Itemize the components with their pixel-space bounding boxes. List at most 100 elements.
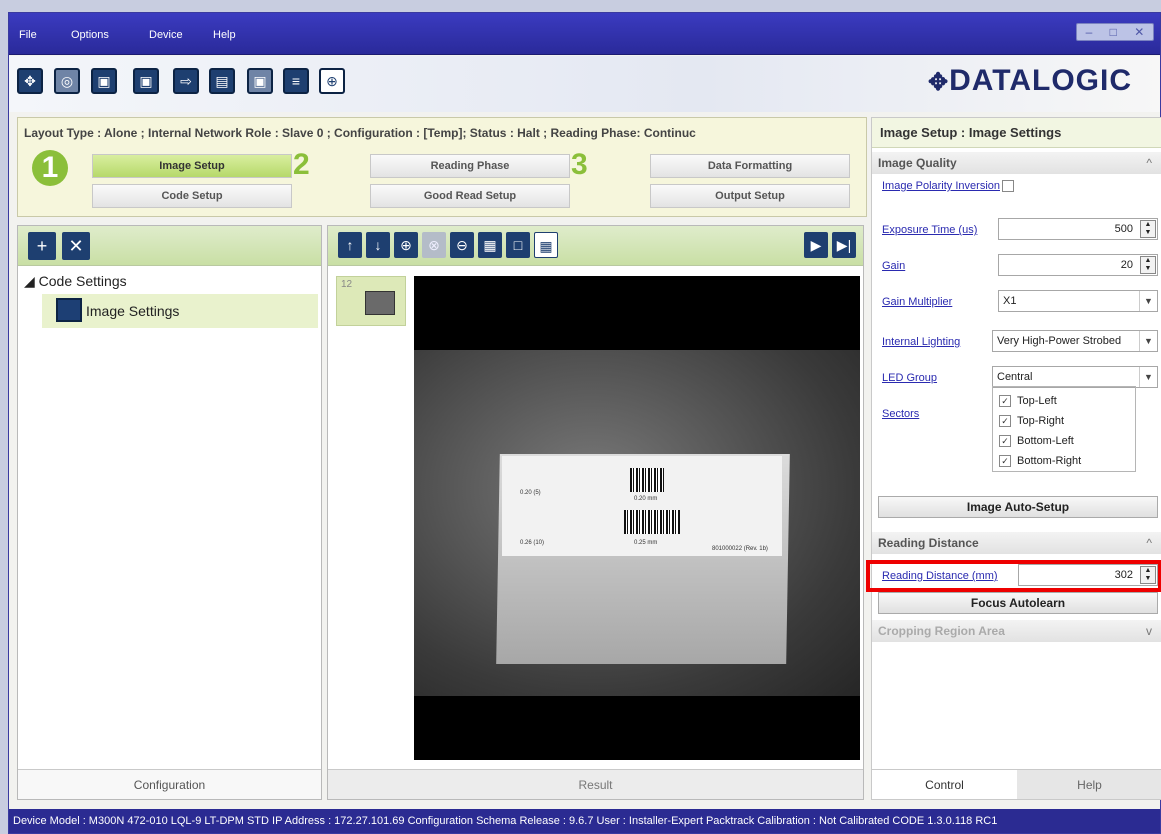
play-icon[interactable]: ▶	[804, 232, 828, 258]
image-icon	[56, 298, 82, 322]
grid-icon[interactable]: ▦	[534, 232, 558, 258]
focus-autolearn-button[interactable]: Focus Autolearn	[878, 592, 1158, 614]
step-play-icon[interactable]: ▶|	[832, 232, 856, 258]
sector-bottom-right[interactable]: ✓ Bottom-Right	[999, 451, 1129, 471]
good-read-setup-button[interactable]: Good Read Setup	[370, 184, 570, 208]
polarity-checkbox[interactable]	[1002, 180, 1014, 193]
image-quality-section[interactable]: Image Quality ^	[872, 152, 1161, 174]
import-icon[interactable]: ▤	[209, 68, 235, 94]
zoom-in-icon[interactable]: ⊕	[394, 232, 418, 258]
output-setup-button[interactable]: Output Setup	[650, 184, 850, 208]
internal-lighting-label: Internal Lighting	[882, 336, 961, 348]
configuration-tab[interactable]: Configuration	[18, 769, 321, 799]
gain-multiplier-value: X1	[1003, 295, 1017, 307]
captured-image[interactable]: 0.20 (5) 0.20 mm 0.26 (10) 0.25 mm 80100…	[414, 276, 860, 760]
datalogic-logo: ✥DATALOGIC	[928, 64, 1132, 97]
gain-multiplier-select[interactable]: X1 ▼	[998, 290, 1158, 312]
barcode-2-size: 0.25 mm	[634, 540, 658, 546]
collapse-icon[interactable]: ^	[1146, 532, 1152, 554]
image-auto-setup-button[interactable]: Image Auto-Setup	[878, 496, 1158, 518]
tree-child-label: Image Settings	[86, 303, 180, 319]
menu-options[interactable]: Options	[71, 29, 109, 41]
properties-pane: Image Setup : Image Settings Image Quali…	[866, 117, 1161, 800]
cropping-region-header: Cropping Region Area	[878, 624, 1005, 638]
settings-icon[interactable]: ✥	[17, 68, 43, 94]
camera-icon[interactable]: ◎	[54, 68, 80, 94]
check-icon[interactable]: ✓	[999, 455, 1011, 468]
logo-text: DATALOGIC	[949, 64, 1132, 97]
menu-device[interactable]: Device	[149, 29, 183, 41]
zoom-out-icon[interactable]: ⊖	[450, 232, 474, 258]
check-icon[interactable]: ✓	[999, 395, 1011, 408]
barcode-2	[624, 510, 680, 534]
tree-item-code-settings[interactable]: ◢ Code Settings	[24, 273, 127, 290]
gain-stepper[interactable]: ▲ ▼	[1140, 256, 1156, 274]
tree-root-label: Code Settings	[38, 273, 127, 289]
tree-item-image-settings[interactable]: Image Settings	[42, 294, 318, 328]
reading-distance-field[interactable]: 302 ▲ ▼	[1018, 564, 1158, 586]
led-group-select[interactable]: Central ▼	[992, 366, 1158, 388]
check-icon[interactable]: ✓	[999, 415, 1011, 428]
check-icon[interactable]: ✓	[999, 435, 1011, 448]
cropping-region-section[interactable]: Cropping Region Area v	[872, 620, 1161, 642]
sector-top-right[interactable]: ✓ Top-Right	[999, 411, 1129, 431]
image-setup-button[interactable]: Image Setup	[92, 154, 292, 178]
barcode-1-size: 0.20 mm	[634, 496, 658, 502]
properties-tabs: Control Help	[872, 769, 1161, 799]
step-2-indicator: 2	[293, 148, 310, 181]
device-icon[interactable]: ▣	[91, 68, 117, 94]
configuration-toolbar: + ✕	[18, 226, 321, 266]
internal-lighting-select[interactable]: Very High-Power Strobed ▼	[992, 330, 1158, 352]
led-group-value: Central	[997, 371, 1033, 383]
device-load-icon[interactable]: ▣	[247, 68, 273, 94]
reading-distance-section[interactable]: Reading Distance ^	[872, 532, 1161, 554]
close-icon[interactable]: ✕	[1134, 25, 1144, 39]
sector-label: Bottom-Left	[1017, 435, 1074, 447]
delete-icon[interactable]: ✕	[62, 232, 90, 260]
exposure-stepper[interactable]: ▲ ▼	[1140, 220, 1156, 238]
zoom-fit-icon[interactable]: ⊗	[422, 232, 446, 258]
exposure-field[interactable]: 500 ▲ ▼	[998, 218, 1158, 240]
sector-label: Bottom-Right	[1017, 455, 1082, 467]
barcode-2-label: 0.26 (10)	[520, 540, 545, 546]
step-3-indicator: 3	[571, 148, 588, 181]
frame-icon[interactable]: □	[506, 232, 530, 258]
status-bar: Device Model : M300N 472-010 LQL-9 LT-DP…	[9, 809, 1160, 833]
restore-icon[interactable]: □	[1110, 25, 1117, 39]
box-label: 0.20 (5) 0.20 mm 0.26 (10) 0.25 mm 80100…	[502, 456, 782, 556]
target-icon[interactable]: ⊕	[319, 68, 345, 94]
polarity-label-text: Image Polarity Inversion	[882, 180, 1000, 192]
menu-bar: File Options Device Help – □ ✕	[9, 13, 1160, 55]
code-setup-button[interactable]: Code Setup	[92, 184, 292, 208]
export-icon[interactable]: ⇨	[173, 68, 199, 94]
reading-phase-button[interactable]: Reading Phase	[370, 154, 570, 178]
menu-file[interactable]: File	[19, 29, 37, 41]
menu-help[interactable]: Help	[213, 29, 236, 41]
configuration-pane: + ✕ ◢ Code Settings Image Settings Confi…	[17, 225, 322, 800]
sectors-list: ✓ Top-Left ✓ Top-Right ✓ Bottom-Left ✓ Botto…	[992, 386, 1136, 472]
device-save-icon[interactable]: ▣	[133, 68, 159, 94]
tab-help[interactable]: Help	[1017, 770, 1161, 799]
sector-top-left[interactable]: ✓ Top-Left	[999, 391, 1129, 411]
reading-distance-header: Reading Distance	[878, 536, 979, 550]
tab-control[interactable]: Control	[872, 770, 1017, 799]
collapse-icon[interactable]: ^	[1146, 152, 1152, 174]
gain-field[interactable]: 20 ▲ ▼	[998, 254, 1158, 276]
chevron-down-icon: ▼	[1139, 331, 1157, 351]
properties-title: Image Setup : Image Settings	[872, 118, 1161, 148]
add-icon[interactable]: +	[28, 232, 56, 260]
save-image-icon[interactable]: ▦	[478, 232, 502, 258]
step-1-indicator: 1	[32, 150, 68, 186]
sectors-label: Sectors	[882, 408, 920, 420]
result-tab[interactable]: Result	[328, 769, 863, 799]
minimize-icon[interactable]: –	[1086, 25, 1093, 39]
arrow-up-icon[interactable]: ↑	[338, 232, 362, 258]
network-icon[interactable]: ≡	[283, 68, 309, 94]
arrow-down-icon[interactable]: ↓	[366, 232, 390, 258]
sector-bottom-left[interactable]: ✓ Bottom-Left	[999, 431, 1129, 451]
reading-distance-stepper[interactable]: ▲ ▼	[1140, 566, 1156, 584]
image-thumbnail[interactable]: 12	[336, 276, 406, 326]
data-formatting-button[interactable]: Data Formatting	[650, 154, 850, 178]
expand-icon[interactable]: v	[1146, 620, 1152, 642]
main-window: File Options Device Help – □ ✕ ✥ ◎ ▣ ▣ ⇨…	[8, 12, 1161, 834]
